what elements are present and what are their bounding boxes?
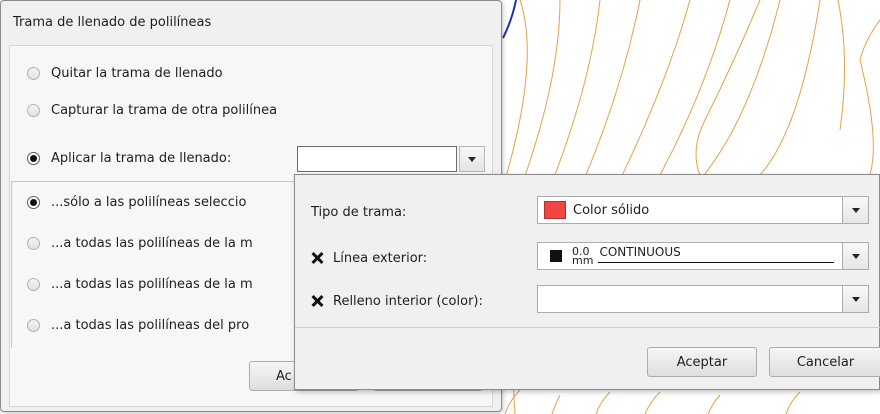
pattern-combo-field[interactable] [297,146,457,172]
chevron-down-icon [851,253,860,259]
outline-label: Línea exterior: [333,250,428,266]
solid-color-swatch [544,201,566,219]
fill-checkbox[interactable] [311,295,323,307]
dialog-accept-button-label: Ac [276,368,292,384]
popup-accept-button[interactable]: Aceptar [647,347,757,377]
radio-scope-all-1[interactable] [27,236,40,250]
pattern-type-combo[interactable]: Color sólido [537,196,871,224]
scope-option-selected[interactable]: ...sólo a las polilíneas seleccio [27,192,246,212]
line-weight: 0.0 mm [572,246,594,267]
popup-accept-label: Aceptar [676,354,728,370]
outline-checkbox[interactable] [311,252,323,264]
chevron-down-icon [468,156,476,162]
scope-option-all-1-label: ...a todas las polilíneas de la m [51,235,253,251]
pattern-type-field[interactable]: Color sólido [537,196,843,224]
radio-apply-pattern[interactable] [27,151,40,165]
chevron-down-icon [851,207,860,213]
line-weight-unit: mm [572,254,594,267]
scope-option-all-3-label: ...a todas las polilíneas del pro [51,317,250,333]
chevron-down-icon [851,296,860,302]
line-color-swatch [550,250,562,262]
option-remove-pattern[interactable]: Quitar la trama de llenado [27,63,223,83]
radio-scope-selected[interactable] [27,195,40,209]
fill-label: Relleno interior (color): [333,293,483,309]
radio-scope-all-3[interactable] [27,318,40,332]
radio-remove-pattern[interactable] [27,66,40,80]
option-capture-pattern-label: Capturar la trama de otra polilínea [51,102,278,118]
fill-color-arrow[interactable] [843,285,869,313]
scope-option-all-1[interactable]: ...a todas las polilíneas de la m [27,233,253,253]
pattern-type-value: Color sólido [573,202,650,218]
radio-capture-pattern[interactable] [27,103,40,117]
popup-cancel-label: Cancelar [796,354,855,370]
radio-scope-all-2[interactable] [27,277,40,291]
dialog-title: Trama de llenado de polilíneas [13,15,212,30]
outline-arrow[interactable] [843,242,869,270]
fill-row[interactable]: Relleno interior (color): [311,291,483,311]
option-apply-pattern-label: Aplicar la trama de llenado: [51,150,232,166]
fill-color-field[interactable] [537,285,843,313]
pattern-combo-arrow[interactable] [459,146,485,172]
scope-option-all-2-label: ...a todas las polilíneas de la m [51,276,253,292]
popup-separator [295,327,880,328]
scope-option-all-2[interactable]: ...a todas las polilíneas de la m [27,274,253,294]
fill-pattern-popup: Tipo de trama: Color sólido Línea exteri… [294,174,880,390]
scope-option-selected-label: ...sólo a las polilíneas seleccio [51,194,247,210]
pattern-type-arrow[interactable] [843,196,869,224]
pattern-type-label: Tipo de trama: [311,204,407,220]
option-remove-pattern-label: Quitar la trama de llenado [51,65,223,81]
outline-row[interactable]: Línea exterior: [311,248,427,268]
scope-option-all-3[interactable]: ...a todas las polilíneas del pro [27,315,249,335]
option-apply-pattern[interactable]: Aplicar la trama de llenado: [27,148,231,168]
linetype-name: CONTINUOUS [599,245,681,259]
outline-field[interactable]: 0.0 mm CONTINUOUS [537,242,843,270]
outline-combo[interactable]: 0.0 mm CONTINUOUS [537,242,871,270]
linetype-preview [598,262,834,263]
pattern-combo[interactable] [297,146,485,172]
fill-color-combo[interactable] [537,285,871,313]
option-capture-pattern[interactable]: Capturar la trama de otra polilínea [27,100,277,120]
popup-cancel-button[interactable]: Cancelar [769,347,880,377]
